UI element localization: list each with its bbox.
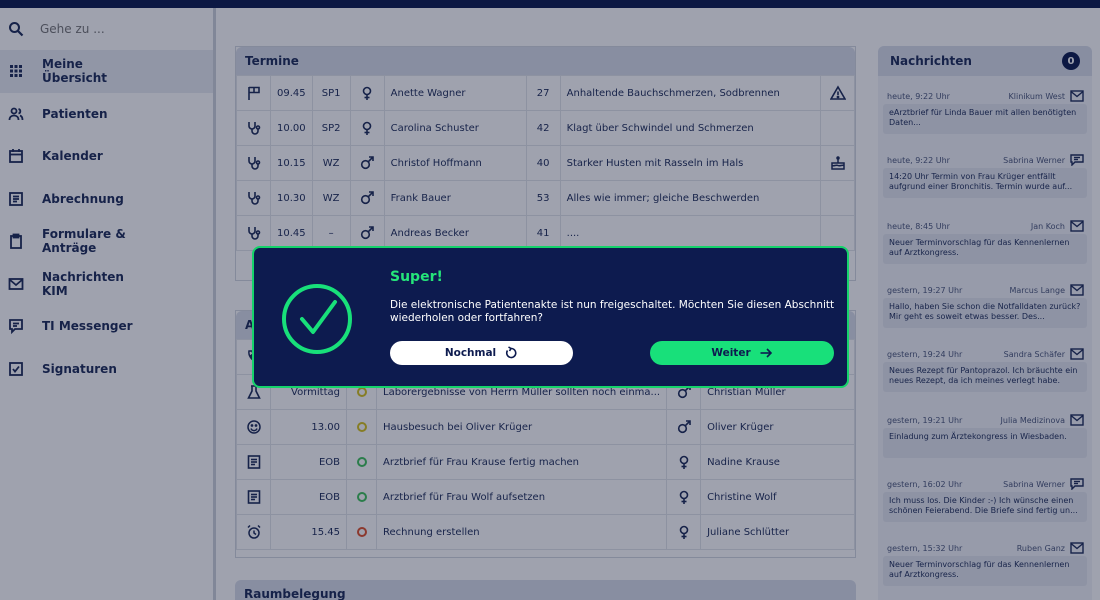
dialog-title: Super! bbox=[390, 269, 443, 285]
arrow-right-icon bbox=[760, 348, 772, 358]
repeat-button-label: Nochmal bbox=[444, 347, 497, 359]
success-check-icon bbox=[282, 284, 352, 354]
success-dialog: Super! Die elektronische Patientenakte i… bbox=[252, 246, 849, 388]
repeat-button[interactable]: Nochmal bbox=[390, 341, 573, 365]
dialog-text: Die elektronische Patientenakte ist nun … bbox=[390, 299, 835, 324]
refresh-icon bbox=[506, 346, 517, 359]
continue-button-label: Weiter bbox=[711, 347, 751, 359]
continue-button[interactable]: Weiter bbox=[650, 341, 834, 365]
